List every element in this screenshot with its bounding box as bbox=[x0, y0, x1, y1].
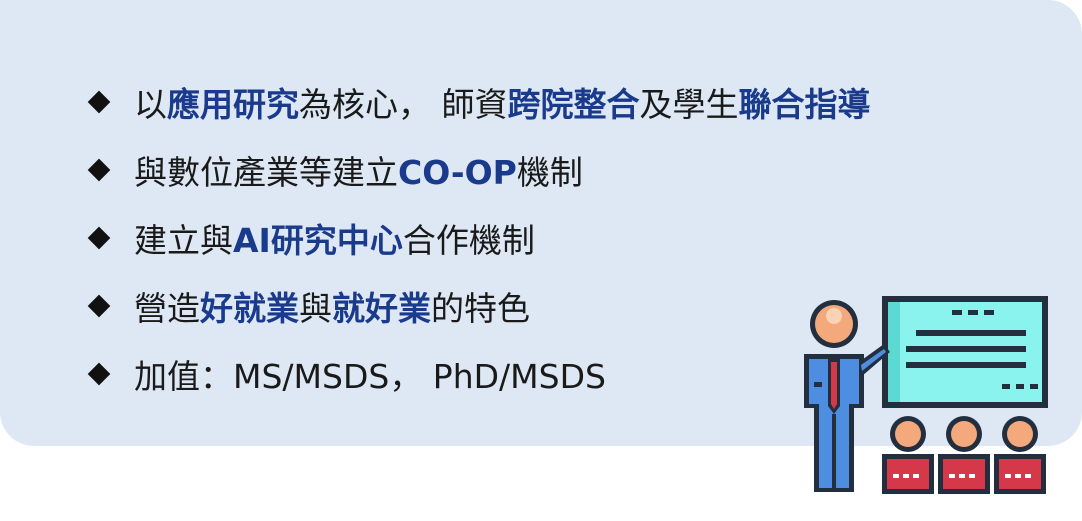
diamond-bullet-icon bbox=[88, 295, 110, 317]
bullet-item: 營造好就業與就好業的特色 bbox=[86, 272, 871, 340]
audience-member bbox=[882, 416, 934, 494]
bullet-text: 建立與AI研究中心合作機制 bbox=[134, 221, 535, 260]
bullet-text: 加值：MS/MSDS， PhD/MSDS bbox=[134, 357, 606, 396]
bullet-text: 營造好就業與就好業的特色 bbox=[134, 289, 530, 328]
diamond-bullet-icon bbox=[88, 91, 110, 113]
bullet-item: 建立與AI研究中心合作機制 bbox=[86, 204, 871, 272]
bullet-text: 與數位產業等建立CO-OP機制 bbox=[134, 153, 583, 192]
bullet-item: 加值：MS/MSDS， PhD/MSDS bbox=[86, 340, 871, 408]
presentation-board bbox=[882, 296, 1048, 408]
presentation-teacher-icon bbox=[804, 296, 1048, 494]
audience-member bbox=[938, 416, 990, 494]
bullet-item: 以應用研究為核心， 師資跨院整合及學生聯合指導 bbox=[86, 68, 871, 136]
bullet-list: 以應用研究為核心， 師資跨院整合及學生聯合指導 與數位產業等建立CO-OP機制 … bbox=[86, 68, 871, 408]
bullet-item: 與數位產業等建立CO-OP機制 bbox=[86, 136, 871, 204]
diamond-bullet-icon bbox=[88, 227, 110, 249]
audience-member bbox=[994, 416, 1046, 494]
bullet-text: 以應用研究為核心， 師資跨院整合及學生聯合指導 bbox=[134, 85, 871, 124]
diamond-bullet-icon bbox=[88, 159, 110, 181]
diamond-bullet-icon bbox=[88, 363, 110, 385]
presenter-figure bbox=[804, 300, 890, 492]
audience-group bbox=[882, 416, 1046, 494]
